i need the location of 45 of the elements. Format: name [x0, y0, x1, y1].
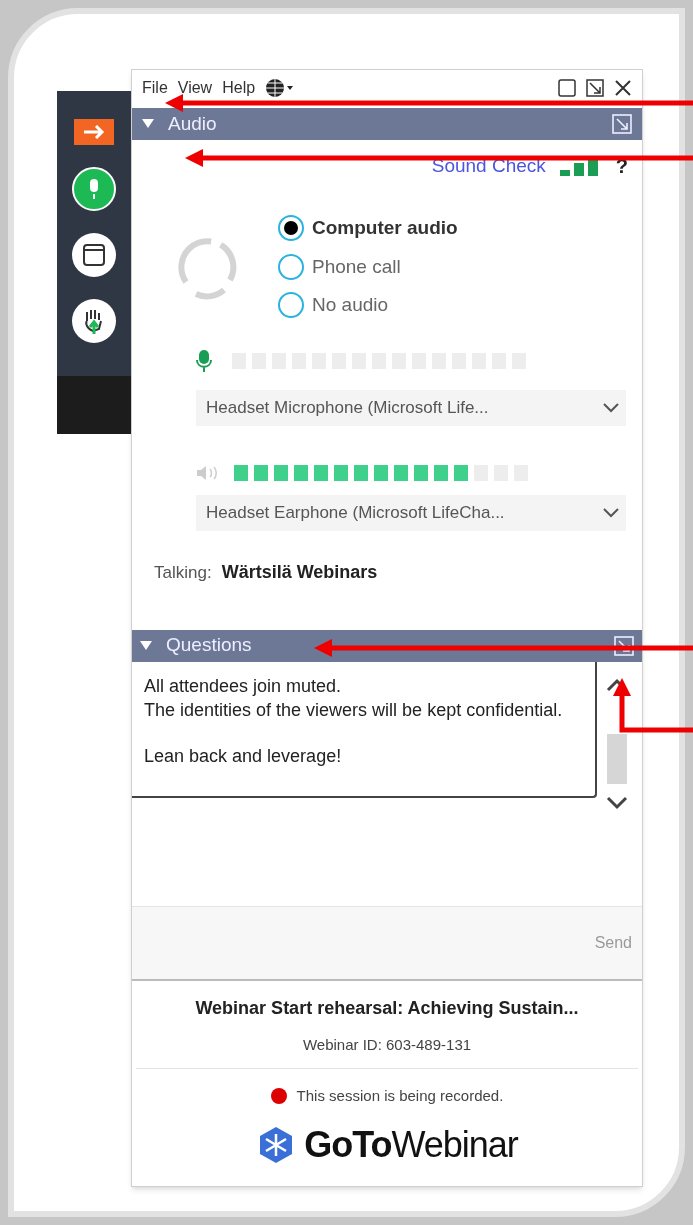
radio-button[interactable]: [278, 253, 304, 280]
triangle-icon[interactable]: [142, 119, 154, 129]
talking-label: Talking:: [154, 561, 212, 584]
chevron-down-icon: [602, 401, 620, 414]
maximize-icon[interactable]: [558, 79, 576, 97]
radio-button[interactable]: [278, 215, 304, 242]
raise-hand-button[interactable]: [72, 299, 116, 343]
window-icon: [82, 243, 106, 267]
section-title: Questions: [166, 633, 252, 658]
device-dropdown[interactable]: Headset Microphone (Microsoft Life...: [196, 389, 626, 426]
microphone-icon: [196, 348, 212, 373]
popout-icon[interactable]: [612, 114, 632, 134]
radio-button[interactable]: [278, 292, 304, 319]
message-text: The identities of the viewers will be kept confidential.: [144, 698, 563, 722]
chevron-down-icon[interactable]: [606, 795, 628, 810]
sound-check-link[interactable]: Sound Check: [431, 151, 546, 181]
triangle-icon[interactable]: [140, 640, 152, 651]
menu-item[interactable]: File: [142, 76, 168, 100]
popout-window-icon[interactable]: [586, 79, 604, 97]
message-text: All attendees join muted.: [144, 674, 342, 698]
webinar-id: Webinar ID: 603-489-131: [302, 1034, 472, 1055]
talking-name: Wärtsilä Webinars: [221, 561, 378, 584]
menu-item[interactable]: Help: [222, 76, 256, 100]
screen-button[interactable]: [72, 233, 116, 277]
collapse-button[interactable]: [74, 119, 114, 145]
radio-label: Computer audio: [312, 216, 458, 240]
radio-label: No audio: [312, 293, 389, 317]
recording-notice: This session is being recorded.: [296, 1086, 504, 1106]
globe-icon[interactable]: [265, 78, 296, 98]
section-header[interactable]: Questions: [132, 629, 642, 662]
gotowebinar-logo: GoToWebinar: [132, 1117, 642, 1172]
arrow-right-icon: [83, 125, 105, 139]
message-text: Lean back and leverage!: [144, 744, 342, 768]
device-dropdown[interactable]: Headset Earphone (Microsoft LifeCha...: [196, 494, 626, 531]
chevron-down-icon: [602, 506, 620, 519]
webinar-title: Webinar Start rehearsal: Achieving Sustain...: [195, 996, 579, 1020]
section-title: Audio: [168, 111, 217, 136]
radio-label: Phone call: [312, 254, 401, 279]
speaker-icon: [196, 464, 220, 481]
section-header[interactable]: Audio: [132, 108, 642, 140]
menu-item[interactable]: View: [177, 76, 213, 100]
scroll-thumb[interactable]: [607, 733, 627, 784]
microphone-button[interactable]: [72, 167, 116, 211]
popout-icon[interactable]: [614, 635, 634, 656]
close-icon[interactable]: [614, 79, 632, 97]
